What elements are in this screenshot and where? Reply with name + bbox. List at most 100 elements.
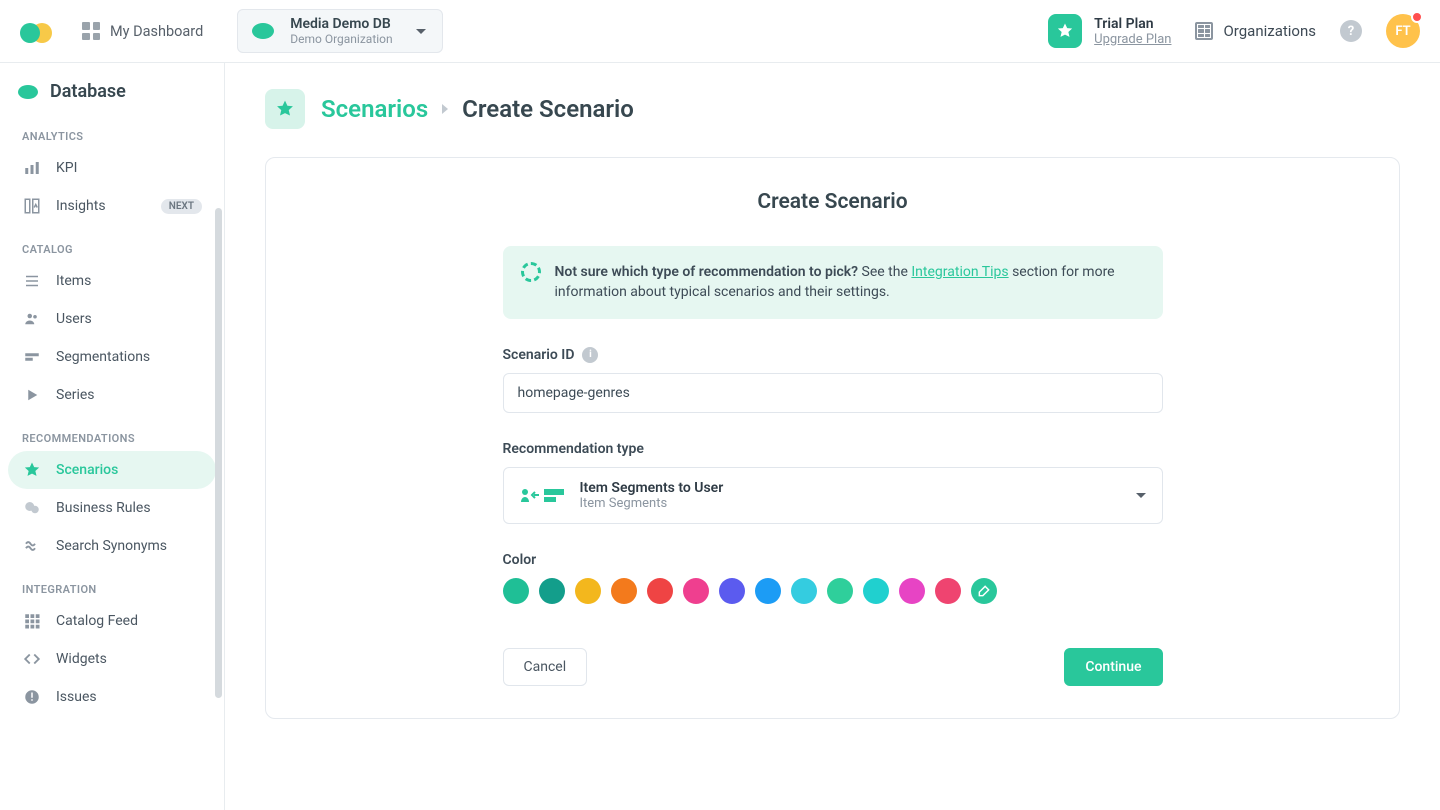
group-integration: INTEGRATION: [8, 565, 216, 602]
sidebar-item-label: Issues: [56, 689, 97, 705]
sidebar-item-label: Series: [56, 387, 95, 403]
trial-plan-block: Trial Plan Upgrade Plan: [1048, 14, 1171, 48]
tip-middle: See the: [858, 264, 911, 280]
sidebar-item-issues[interactable]: Issues: [8, 678, 216, 716]
color-swatch[interactable]: [791, 578, 817, 604]
recommendation-type-select[interactable]: Item Segments to User Item Segments: [503, 467, 1163, 524]
sidebar-item-users[interactable]: Users: [8, 300, 216, 338]
recommendation-type-label: Recommendation type: [503, 441, 1163, 457]
db-org: Demo Organization: [290, 32, 392, 46]
sidebar-item-insights[interactable]: Insights NEXT: [8, 187, 216, 225]
color-swatch[interactable]: [503, 578, 529, 604]
user-avatar[interactable]: FT: [1386, 14, 1420, 48]
help-button[interactable]: ?: [1340, 20, 1362, 42]
item-segments-to-user-icon: [520, 484, 566, 506]
trial-title: Trial Plan: [1094, 16, 1171, 32]
sidebar-item-label: Widgets: [56, 651, 107, 667]
my-dashboard-link[interactable]: My Dashboard: [82, 22, 203, 40]
scenario-id-label: Scenario ID i: [503, 347, 1163, 363]
caret-down-icon: [1136, 493, 1146, 498]
color-label: Color: [503, 552, 1163, 568]
notification-dot: [1411, 11, 1423, 23]
color-swatch[interactable]: [827, 578, 853, 604]
sidebar-item-scenarios[interactable]: Scenarios: [8, 451, 216, 489]
sidebar-item-label: Items: [56, 273, 91, 289]
color-swatch[interactable]: [755, 578, 781, 604]
color-swatch[interactable]: [863, 578, 889, 604]
sidebar-item-business-rules[interactable]: Business Rules: [8, 489, 216, 527]
organizations-link[interactable]: Organizations: [1195, 22, 1316, 40]
rec-type-title: Item Segments to User: [580, 480, 724, 496]
segment-icon: [22, 347, 42, 367]
sidebar-item-catalog-feed[interactable]: Catalog Feed: [8, 602, 216, 640]
dashboard-grid-icon: [82, 22, 100, 40]
app-logo[interactable]: [20, 17, 52, 45]
avatar-initials: FT: [1395, 24, 1410, 39]
alert-icon: [22, 687, 42, 707]
cancel-button[interactable]: Cancel: [503, 648, 588, 686]
info-icon[interactable]: i: [582, 347, 598, 363]
sidebar-item-label: Catalog Feed: [56, 613, 138, 629]
color-swatch[interactable]: [719, 578, 745, 604]
code-icon: [22, 649, 42, 669]
lifebuoy-icon: [521, 262, 541, 282]
sidebar-item-kpi[interactable]: KPI: [8, 149, 216, 187]
color-swatch[interactable]: [683, 578, 709, 604]
scrollbar-thumb[interactable]: [215, 208, 222, 698]
custom-color-button[interactable]: [971, 578, 997, 604]
color-swatch[interactable]: [539, 578, 565, 604]
grid-small-icon: [22, 611, 42, 631]
sidebar-item-label: Insights: [56, 198, 106, 214]
group-catalog: CATALOG: [8, 225, 216, 262]
approx-icon: [22, 536, 42, 556]
database-icon: [252, 23, 274, 39]
color-swatch[interactable]: [611, 578, 637, 604]
tip-text: Not sure which type of recommendation to…: [555, 262, 1145, 303]
scenario-star-badge: [265, 89, 305, 129]
sidebar-item-label: Search Synonyms: [56, 538, 167, 554]
users-icon: [22, 309, 42, 329]
database-selector[interactable]: Media Demo DB Demo Organization: [237, 9, 443, 53]
continue-button[interactable]: Continue: [1064, 648, 1162, 686]
rec-type-sub: Item Segments: [580, 496, 724, 511]
database-icon: [18, 85, 38, 99]
integration-tips-link[interactable]: Integration Tips: [911, 264, 1008, 280]
color-swatches: [503, 578, 1163, 604]
sidebar-item-segmentations[interactable]: Segmentations: [8, 338, 216, 376]
tip-bold: Not sure which type of recommendation to…: [555, 264, 859, 280]
sidebar-item-label: Scenarios: [56, 462, 118, 478]
play-icon: [22, 385, 42, 405]
breadcrumb: Scenarios Create Scenario: [265, 89, 1400, 129]
color-swatch[interactable]: [647, 578, 673, 604]
bars-icon: [22, 158, 42, 178]
breadcrumb-current: Create Scenario: [462, 95, 634, 123]
upgrade-plan-link[interactable]: Upgrade Plan: [1094, 32, 1171, 47]
color-swatch[interactable]: [935, 578, 961, 604]
color-swatch[interactable]: [575, 578, 601, 604]
sidebar-item-items[interactable]: Items: [8, 262, 216, 300]
chevron-right-icon: [442, 104, 448, 114]
integration-tip: Not sure which type of recommendation to…: [503, 246, 1163, 319]
caret-down-icon: [416, 29, 426, 34]
building-icon: [1195, 22, 1213, 40]
breadcrumb-scenarios-link[interactable]: Scenarios: [321, 95, 428, 123]
sidebar-item-series[interactable]: Series: [8, 376, 216, 414]
star-icon: [22, 460, 42, 480]
sidebar: Database ANALYTICS KPI Insights NEXT CAT…: [0, 63, 225, 810]
wechat-icon: [22, 498, 42, 518]
group-recommendations: RECOMMENDATIONS: [8, 414, 216, 451]
sidebar-item-search-synonyms[interactable]: Search Synonyms: [8, 527, 216, 565]
sidebar-item-label: Business Rules: [56, 500, 151, 516]
my-dashboard-label: My Dashboard: [110, 23, 203, 40]
color-swatch[interactable]: [899, 578, 925, 604]
sidebar-item-label: Users: [56, 311, 92, 327]
sidebar-title: Database: [8, 81, 216, 112]
form-card: Create Scenario Not sure which type of r…: [265, 157, 1400, 719]
card-title: Create Scenario: [314, 190, 1351, 214]
next-badge: NEXT: [161, 199, 202, 214]
topbar: My Dashboard Media Demo DB Demo Organiza…: [0, 0, 1440, 63]
trial-star-icon: [1048, 14, 1082, 48]
group-analytics: ANALYTICS: [8, 112, 216, 149]
sidebar-item-widgets[interactable]: Widgets: [8, 640, 216, 678]
scenario-id-input[interactable]: [503, 373, 1163, 413]
